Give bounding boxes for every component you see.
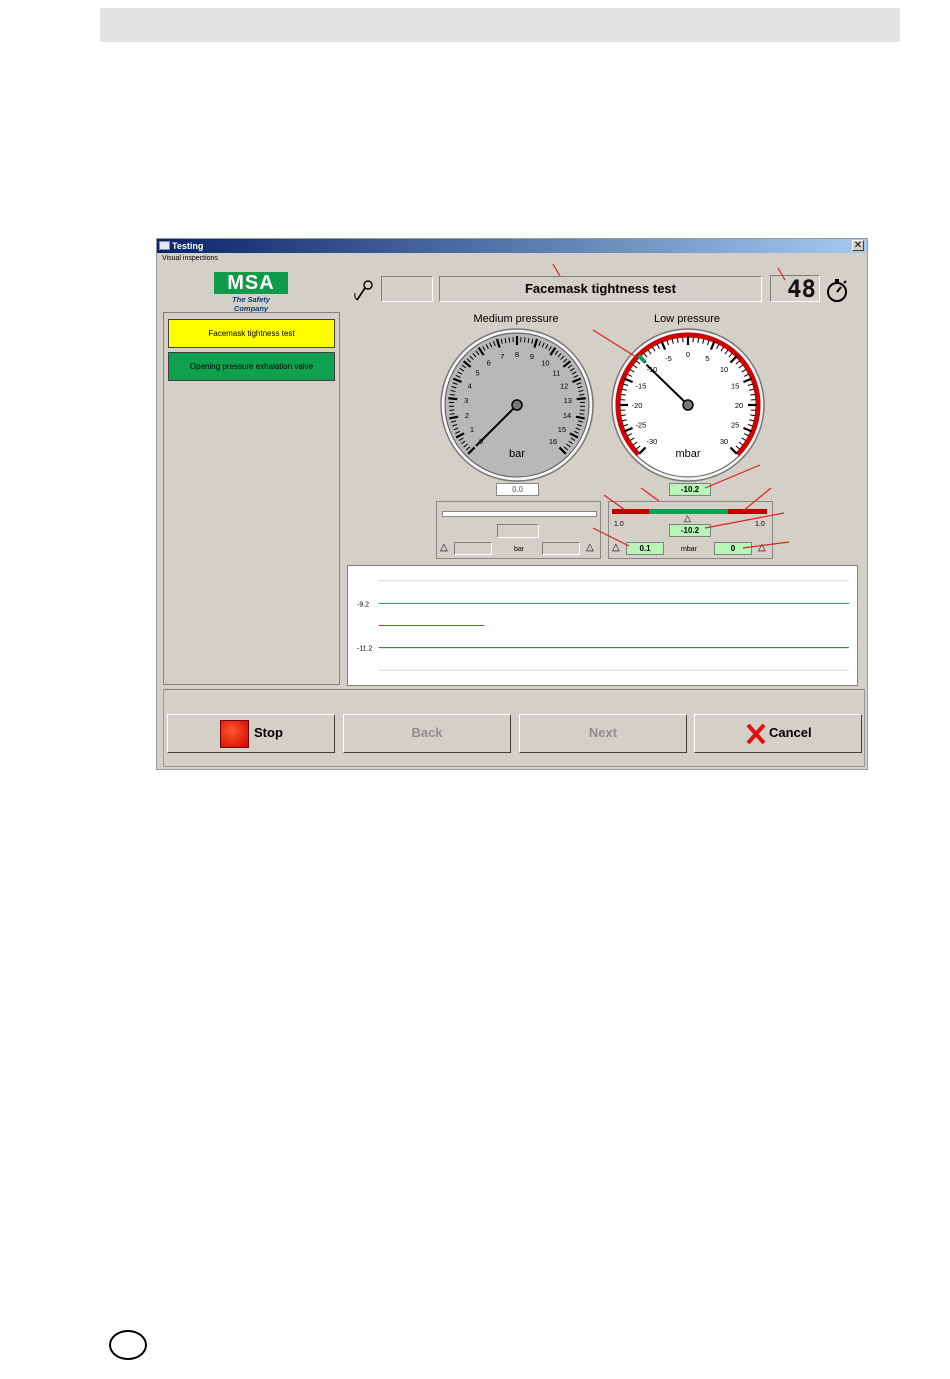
low-bar-value: -10.2	[669, 524, 711, 537]
gauge-tick-label: 1	[470, 425, 474, 434]
gauge-tick-label: 16	[549, 437, 557, 446]
gauge-tick-label: 13	[564, 396, 572, 405]
gauge-tick-label: 5	[475, 369, 479, 378]
y-tick-label: -11.2	[357, 646, 372, 653]
gauge-tick-label: 10	[720, 365, 728, 374]
gauge-tick	[449, 413, 455, 415]
msa-logo: MSA The Safety Company	[214, 272, 288, 313]
gauge-tick-label: -20	[632, 401, 643, 410]
left-limit: 1.0	[614, 521, 624, 528]
gauge-tick-label: 0	[686, 350, 690, 359]
gauge-tick-label: -15	[635, 381, 646, 390]
timer-display: 48	[770, 275, 820, 302]
test-title: Facemask tightness test	[439, 276, 762, 302]
logo-tagline: The Safety Company	[232, 295, 270, 313]
delta-left-icon: △	[612, 542, 620, 553]
low-delta-right: 0	[714, 542, 752, 555]
low-unit: mbar	[681, 546, 697, 553]
status-box	[381, 276, 433, 302]
gauge-tick-label: 4	[468, 381, 472, 390]
step-facemask-tightness[interactable]: Facemask tightness test	[168, 319, 335, 348]
low-pressure-gauge: -30-25-20-15-10-5051015202530mbar	[611, 328, 765, 482]
gauge-tick-label: -5	[665, 354, 672, 363]
gauge-tick-label: 15	[558, 425, 566, 434]
cancel-icon	[746, 723, 766, 745]
language-marker	[109, 1330, 147, 1360]
stopwatch-icon	[827, 279, 847, 302]
gauge-tick-label: 6	[487, 359, 491, 368]
stop-button[interactable]: Stop	[167, 714, 335, 753]
medium-bar	[442, 511, 597, 517]
menu-item-visual-inspections[interactable]: Visual inspections	[162, 255, 218, 262]
gauge-tick	[508, 337, 511, 343]
gauge-hub	[511, 399, 523, 411]
gauge-tick-label: 25	[731, 421, 739, 430]
gauge-tick-label: 30	[720, 437, 728, 446]
medium-reading: 0.0	[496, 483, 539, 496]
logo-text: MSA	[214, 272, 288, 294]
step-list: Facemask tightness test Opening pressure…	[163, 312, 340, 685]
back-label: Back	[411, 725, 443, 740]
medium-delta-left	[454, 542, 492, 555]
medium-bar-value	[497, 524, 539, 538]
y-tick-label: -9.2	[357, 601, 369, 608]
pressure-trend-chart: -9.2 -11.2	[347, 565, 858, 686]
page-header-bar	[100, 8, 900, 42]
next-button[interactable]: Next	[519, 714, 687, 753]
bar-marker-icon: △	[684, 513, 691, 523]
cancel-button[interactable]: Cancel	[694, 714, 862, 753]
gauge-tick-label: 12	[560, 381, 568, 390]
cancel-label: Cancel	[769, 725, 812, 740]
stop-label: Stop	[254, 725, 283, 740]
gauge-tick	[579, 413, 585, 415]
gauge-tick-label: 5	[705, 354, 709, 363]
gauge-major-tick	[576, 397, 586, 401]
medium-pressure-gauge: 012345678910111213141516bar	[440, 328, 594, 482]
gauge-tick	[523, 337, 526, 343]
gauge-tick-label: 10	[541, 359, 549, 368]
medium-unit: bar	[514, 546, 525, 553]
right-limit: 1.0	[755, 521, 765, 528]
gauge-tick-label: 7	[500, 352, 504, 361]
next-label: Next	[588, 725, 618, 740]
gauge-tick-label: -25	[635, 421, 646, 430]
medium-pressure-panel: △ bar △	[436, 501, 601, 559]
delta-left-icon: △	[440, 542, 448, 553]
low-delta-left: 0.1	[626, 542, 664, 555]
testing-window: Testing ✕ Visual inspections MSA The Saf…	[156, 238, 868, 770]
gauge-tick-label: 14	[563, 411, 571, 420]
medium-gauge-title: Medium pressure	[473, 313, 559, 325]
low-reading: -10.2	[669, 483, 711, 496]
back-button[interactable]: Back	[343, 714, 511, 753]
low-gauge-title: Low pressure	[653, 313, 721, 325]
title-bar: Testing ✕	[157, 239, 867, 253]
gauge-hub	[682, 399, 694, 411]
gauge-unit-label: mbar	[675, 448, 700, 460]
gauge-unit-label: bar	[509, 448, 525, 460]
app-icon	[159, 241, 170, 250]
close-icon[interactable]: ✕	[852, 240, 864, 251]
gauge-tick-label: 8	[515, 350, 519, 359]
low-pressure-panel: △ 1.0 1.0 -10.2 △ 0.1 mbar 0 △	[608, 501, 773, 559]
gauge-tick-label: 2	[465, 411, 469, 420]
gauge-tick-label: 11	[553, 369, 561, 378]
gauge-major-tick	[448, 397, 458, 401]
stop-icon	[220, 720, 249, 748]
window-title: Testing	[172, 241, 204, 251]
gauge-tick-label: 3	[464, 396, 468, 405]
medium-delta-right	[542, 542, 580, 555]
step-opening-pressure[interactable]: Opening pressure exhalation valve	[168, 352, 335, 381]
gauge-tick-label: 15	[731, 381, 739, 390]
gauge-tick-label: -30	[647, 437, 658, 446]
gauge-tick-label: 20	[735, 401, 743, 410]
delta-right-icon: △	[586, 542, 594, 553]
menu-bar: Visual inspections	[157, 254, 867, 266]
microphone-icon	[354, 280, 373, 301]
gauge-tick-label: 9	[530, 352, 534, 361]
delta-right-icon: △	[758, 542, 766, 553]
